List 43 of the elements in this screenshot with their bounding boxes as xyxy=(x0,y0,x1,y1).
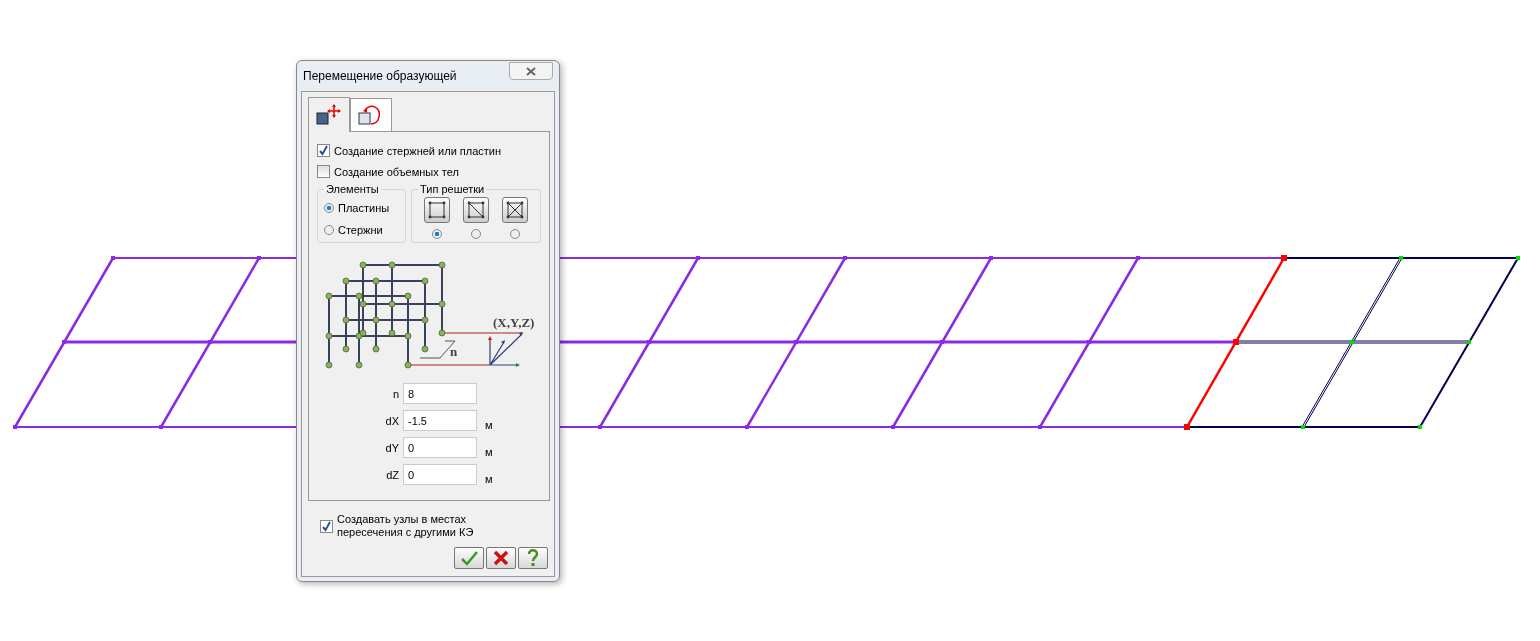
radio-button[interactable] xyxy=(509,229,520,239)
unit-label: м xyxy=(485,473,493,485)
input-field[interactable]: 8 xyxy=(403,383,477,404)
radio-button[interactable] xyxy=(432,229,443,239)
unit-label: м xyxy=(485,446,493,458)
field-label: dZ xyxy=(385,468,399,481)
radio-button[interactable] xyxy=(324,225,334,235)
field-label: dX xyxy=(384,414,399,427)
checkmark-icon xyxy=(459,550,479,566)
ok-button[interactable] xyxy=(454,547,484,569)
checkbox-label: Создание объемных тел xyxy=(334,165,459,178)
field-label: dY xyxy=(384,441,399,454)
unit-label: м xyxy=(485,419,493,431)
diagonal-grid-icon xyxy=(463,197,489,223)
checkbox[interactable] xyxy=(317,165,330,178)
close-icon xyxy=(525,66,537,76)
square-grid-icon xyxy=(424,197,451,223)
radio-button[interactable] xyxy=(471,229,481,239)
checkbox[interactable] xyxy=(317,144,330,157)
checkbox-label: Создание стержней или пластин xyxy=(334,144,502,157)
checkbox-label: Создавать узлы в местах пересечения с другими КЭ xyxy=(337,513,475,539)
input-field[interactable]: 0 xyxy=(403,437,477,458)
coordinates-label: (X,Y,Z) xyxy=(493,315,535,330)
move-tab[interactable] xyxy=(308,97,350,132)
help-button[interactable] xyxy=(518,547,548,569)
help-icon xyxy=(526,549,540,567)
dialog-title: Перемещение образующей xyxy=(303,69,457,83)
rotate-tab[interactable] xyxy=(350,98,392,131)
radio-label: Стержни xyxy=(338,224,383,236)
n-label: n xyxy=(450,344,458,359)
group-title: Тип решетки xyxy=(419,183,486,195)
cancel-button[interactable] xyxy=(486,547,516,569)
cross-grid-icon xyxy=(501,197,528,223)
close-button[interactable] xyxy=(509,62,553,80)
input-field[interactable]: -1.5 xyxy=(403,410,477,431)
group-title: Элементы xyxy=(325,183,380,195)
field-label: n xyxy=(391,387,399,400)
radio-label: Пластины xyxy=(338,202,390,214)
input-field[interactable]: 0 xyxy=(403,464,477,485)
cube-with-arrows-icon xyxy=(315,103,343,127)
close-icon xyxy=(492,550,510,566)
radio-button[interactable] xyxy=(324,203,334,213)
checkbox[interactable] xyxy=(320,519,333,533)
